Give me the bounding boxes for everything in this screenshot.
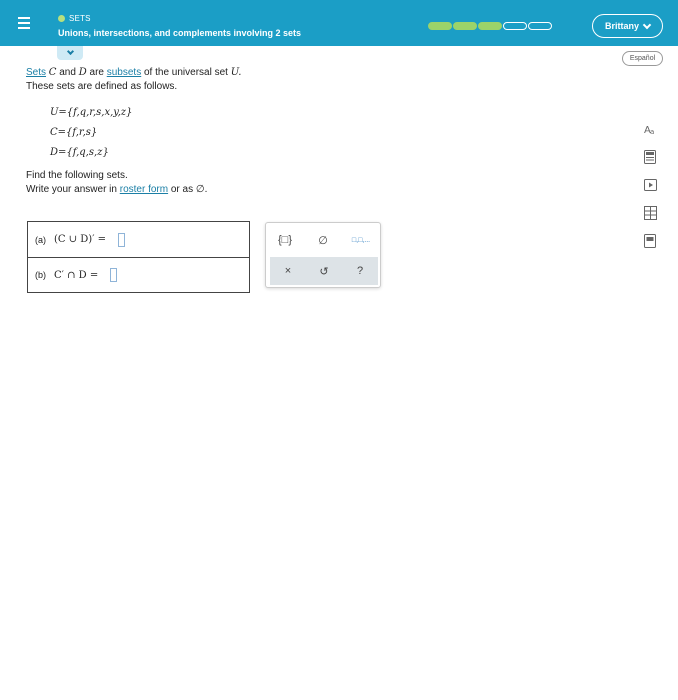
answer-row-a: (a) (C ∪ D)′ = — [28, 222, 249, 257]
help-button[interactable]: ? — [346, 261, 374, 281]
set-c: C={f,r,s} — [50, 127, 98, 138]
svg-text:a: a — [650, 128, 654, 136]
menu-button[interactable] — [6, 6, 42, 40]
side-toolbar: Aa — [642, 121, 658, 249]
user-menu-button[interactable]: Brittany — [592, 14, 663, 38]
set-d: D={f,q,s,z} — [50, 147, 109, 158]
topic-dot-icon — [58, 15, 65, 22]
set-braces-button[interactable]: {□} — [271, 230, 299, 250]
progress-segment — [428, 22, 452, 30]
answer-input-a[interactable] — [118, 232, 126, 247]
answer-input-b[interactable] — [110, 268, 118, 282]
empty-set-button[interactable]: ∅ — [309, 230, 337, 250]
roster-form-link[interactable]: roster form — [120, 184, 168, 195]
set-definitions: U={f,q,r,s,x,y,z} C={f,r,s} D={f,q,s,z} — [50, 103, 132, 163]
progress-segment — [453, 22, 477, 30]
topic-label: SETS — [58, 14, 91, 23]
textbook-icon[interactable] — [642, 233, 658, 249]
problem-statement: Sets C and D are subsets of the universa… — [26, 67, 242, 92]
lesson-title: Unions, intersections, and complements i… — [58, 28, 302, 38]
subsets-link[interactable]: subsets — [107, 67, 141, 78]
progress-segment — [528, 22, 552, 30]
hamburger-icon — [18, 16, 30, 31]
undo-button[interactable]: ↺ — [310, 261, 338, 281]
defined-text: These sets are defined as follows. — [26, 81, 178, 92]
progress-bar — [428, 22, 552, 30]
chevron-down-icon — [66, 47, 74, 55]
clear-button[interactable]: × — [274, 261, 302, 281]
top-bar: SETS Unions, intersections, and compleme… — [0, 0, 678, 46]
chevron-down-icon — [642, 20, 652, 29]
progress-segment — [478, 22, 502, 30]
instructions: Find the following sets. Write your answ… — [26, 170, 208, 195]
progress-segment — [503, 22, 527, 30]
set-u: U={f,q,r,s,x,y,z} — [50, 107, 133, 118]
calculator-icon[interactable] — [642, 149, 658, 165]
math-palette: {□} ∅ □,□,... × ↺ ? — [265, 222, 381, 288]
list-button[interactable]: □,□,... — [347, 230, 375, 250]
sets-link[interactable]: Sets — [26, 67, 46, 78]
collapse-header-button[interactable] — [57, 46, 83, 60]
language-button[interactable]: Español — [622, 51, 663, 66]
answer-table: (a) (C ∪ D)′ = (b) C′ ∩ D = — [27, 221, 250, 293]
text-to-speech-icon[interactable]: Aa — [642, 121, 658, 137]
answer-row-b: (b) C′ ∩ D = — [28, 257, 249, 292]
data-icon[interactable] — [642, 205, 658, 221]
video-icon[interactable] — [642, 177, 658, 193]
